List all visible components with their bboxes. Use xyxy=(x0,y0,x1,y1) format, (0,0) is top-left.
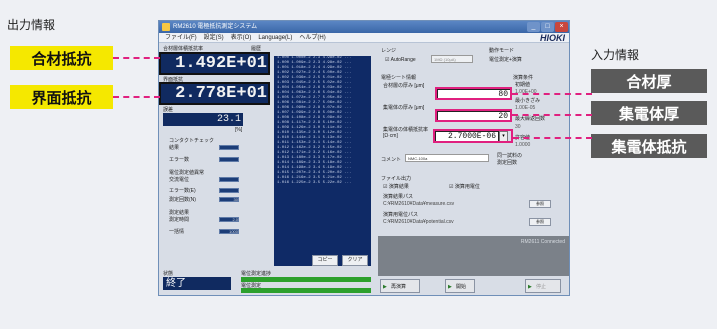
close-button[interactable]: × xyxy=(555,22,568,32)
conditions-header: 演算条件 xyxy=(513,75,534,81)
cond-l1: 初期値 xyxy=(515,82,531,88)
range-header: レンジ xyxy=(381,48,397,54)
single-label: 一括情 xyxy=(169,229,185,235)
comment-note-1: 同一試料の xyxy=(497,153,523,159)
title-bar: RM2610 電極抵抗測定システム _ □ × xyxy=(159,21,569,33)
cond-l4: 1.00E-05 xyxy=(515,105,536,111)
app-icon xyxy=(162,23,170,31)
maximize-button[interactable]: □ xyxy=(541,22,554,32)
potential-path-label: 演算用電位パス xyxy=(383,212,419,218)
file-result-label: 演算結果 xyxy=(388,184,409,190)
mix-resistance-leader xyxy=(113,57,160,59)
copy-button[interactable]: コピー xyxy=(312,255,338,266)
output-info-caption: 出力情報 xyxy=(7,18,56,32)
count-label: 測定回数(N) xyxy=(169,197,196,203)
mode-value: 電位測定+演算 xyxy=(489,57,522,63)
cond-l3: 最小きざみ xyxy=(515,98,541,104)
status-value: 終了 xyxy=(163,277,231,290)
progress-bar-2 xyxy=(241,288,371,293)
start-button[interactable]: 開始 xyxy=(445,279,475,294)
comment-note-2: 測定回数 xyxy=(497,160,518,166)
count-value: 30 xyxy=(219,197,239,202)
hioki-logo: HIOKI xyxy=(539,33,565,43)
collector-resistance-leader xyxy=(513,137,592,139)
menu-settings[interactable]: 設定(S) xyxy=(204,33,224,42)
autorange-label: AutoRange xyxy=(390,57,416,63)
collector-resistance-label: 集電体抵抗 xyxy=(591,134,707,158)
log-line: 1.016 1.225e-2 3.5 5.22e-02 ... xyxy=(277,181,352,185)
result-path-label: 演算結果パス xyxy=(383,194,414,200)
file-potential-checkbox[interactable]: ☑ 演算用電位 xyxy=(449,184,480,190)
recalc-button[interactable]: 再演算 xyxy=(380,279,420,294)
contact-result-indicator xyxy=(219,145,239,150)
time-value: 2.0 xyxy=(219,217,239,222)
error-e-indicator xyxy=(219,188,239,193)
single-value: 1000 xyxy=(219,229,239,234)
file-result-checkbox[interactable]: ☑ 演算結果 xyxy=(383,184,409,190)
range-select[interactable]: 1MΩ (10μA) xyxy=(431,55,473,63)
error-unit: [%] xyxy=(235,127,243,133)
autorange-checkbox[interactable]: ☑ AutoRange xyxy=(385,57,416,63)
ac-potential-indicator xyxy=(219,177,239,182)
history-log[interactable]: 1.000 1.000e-2 2.3 4.98e-02 ... 1.000 1.0… xyxy=(274,56,371,266)
comment-label: コメント xyxy=(381,157,402,163)
mix-thickness-leader xyxy=(512,93,592,95)
mix-thickness-highlight xyxy=(435,87,512,100)
collector-thickness-label: 集電体厚 xyxy=(591,101,707,125)
mix-resistance-highlight xyxy=(159,52,270,75)
collector-thickness-highlight xyxy=(435,109,512,122)
collector-resistivity-field-label: 集電体の体積抵抗率 [Ω·cm] xyxy=(383,127,429,139)
cond-l6: 30 xyxy=(515,124,521,130)
connection-status: RM2611 Connected xyxy=(520,239,565,245)
file-output-header: ファイル出力 xyxy=(381,176,412,182)
mode-header: 動作モード xyxy=(489,48,515,54)
collector-thickness-field-label: 集電体の厚み [μm] xyxy=(383,105,425,111)
menu-file[interactable]: ファイル(F) xyxy=(165,33,197,42)
cond-l8: 1.0000 xyxy=(515,142,531,148)
file-potential-label: 演算用電位 xyxy=(454,184,480,190)
interface-resistance-label: 界面抵抗 xyxy=(10,85,113,109)
input-info-caption: 入力情報 xyxy=(591,48,640,62)
menu-bar: ファイル(F) 設定(S) 表示(O) Language(L) ヘルプ(H) H… xyxy=(159,33,569,43)
ac-potential-label: 交流電位 xyxy=(169,177,190,183)
progress-bar-1 xyxy=(241,277,371,282)
minimize-button[interactable]: _ xyxy=(527,22,540,32)
interface-resistance-highlight xyxy=(159,82,270,105)
potential-path-value: C:¥RM2610¥Data¥potential.csv xyxy=(383,219,454,225)
collector-resistance-highlight xyxy=(433,129,513,143)
connection-bar: RM2611 Connected xyxy=(378,236,569,276)
potential-abnormal-header: 電位測定値異常 xyxy=(169,170,205,176)
mix-thickness-field-label: 合材層の厚み [μm] xyxy=(383,83,425,89)
result-path-browse-button[interactable]: 参照 xyxy=(529,200,551,208)
interface-resistance-leader xyxy=(113,96,160,98)
clear-button[interactable]: クリア xyxy=(342,255,368,266)
contact-error-label: エラー数 xyxy=(169,157,190,163)
stop-button[interactable]: 停止 xyxy=(525,279,561,294)
error-e-label: エラー数(E) xyxy=(169,188,196,194)
collector-thickness-leader xyxy=(512,114,592,116)
mix-thickness-label: 合材厚 xyxy=(591,69,707,93)
time-label: 測定時間 xyxy=(169,217,190,223)
time-header: 測定結果 xyxy=(169,210,190,216)
contact-error-indicator xyxy=(219,157,239,162)
potential-path-browse-button[interactable]: 参照 xyxy=(529,218,551,226)
contact-check-header: コンタクトチェック xyxy=(169,138,215,144)
menu-help[interactable]: ヘルプ(H) xyxy=(299,33,325,42)
error-value: 23.1 xyxy=(163,113,243,126)
result-path-value: C:¥RM2610¥Data¥measure.csv xyxy=(383,201,455,207)
menu-language[interactable]: Language(L) xyxy=(258,33,292,42)
contact-result-label: 結果 xyxy=(169,145,180,151)
comment-input[interactable]: NMC-100a xyxy=(405,154,489,162)
menu-view[interactable]: 表示(O) xyxy=(231,33,252,42)
sheet-header: 電極シート情報 xyxy=(381,75,417,81)
cond-l5: 最大繰返回数 xyxy=(515,116,546,122)
window-title: RM2610 電極抵抗測定システム xyxy=(173,24,258,30)
mix-resistance-label: 合材抵抗 xyxy=(10,46,113,70)
